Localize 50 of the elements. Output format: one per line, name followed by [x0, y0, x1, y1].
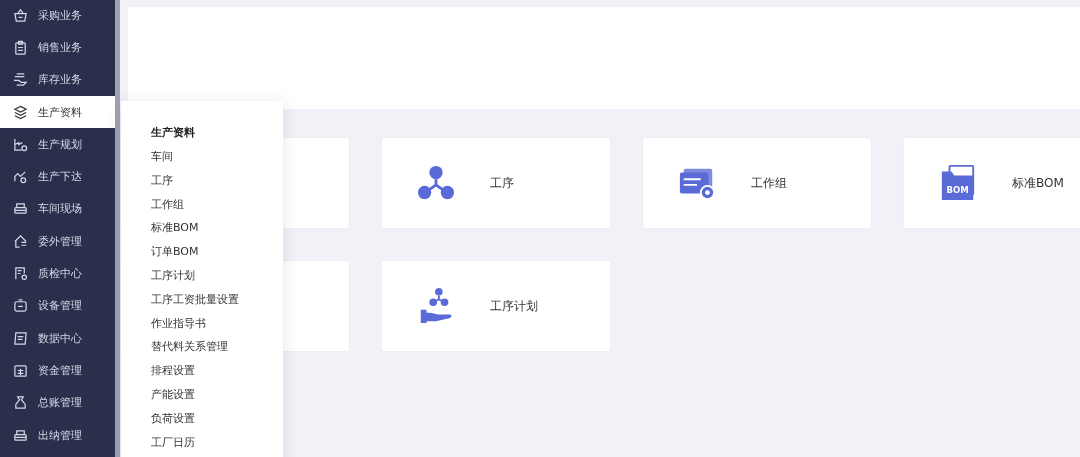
sidebar-item[interactable]: 车间现场: [0, 192, 115, 226]
submenu-item[interactable]: 车间: [151, 150, 283, 174]
sidebar-item[interactable]: 资金管理: [0, 354, 115, 387]
submenu-item[interactable]: 标准BOM: [151, 221, 283, 246]
submenu-item[interactable]: 替代料关系管理: [151, 340, 283, 365]
submenu-item[interactable]: 工作组: [151, 197, 283, 222]
submenu-item[interactable]: 工序工资批量设置: [151, 292, 283, 317]
sidebar-item[interactable]: 质检中心: [0, 257, 115, 290]
sidebar-item[interactable]: 生产下达: [0, 160, 115, 193]
hand-icon: [13, 72, 28, 88]
sidebar-item[interactable]: 设备管理: [0, 289, 115, 322]
sidebar-item[interactable]: 采购业务: [0, 0, 115, 32]
nodes-icon: [417, 164, 455, 202]
basket-icon: [13, 7, 28, 23]
submenu-item[interactable]: 负荷设置: [151, 411, 283, 436]
submenu-item[interactable]: 订单BOM: [151, 245, 283, 269]
module-card[interactable]: 工序: [381, 137, 611, 229]
submenu-item[interactable]: 排程设置: [151, 364, 283, 388]
submenu-item[interactable]: 产能设置: [151, 387, 283, 412]
submenu-item[interactable]: 工序计划: [151, 269, 283, 293]
module-card[interactable]: BOM 标准BOM: [903, 137, 1080, 229]
sidebar-item[interactable]: 总账管理: [0, 386, 115, 419]
document-icon: [13, 266, 28, 281]
bag-icon: [13, 395, 28, 411]
icon-label: BOM: [946, 184, 969, 195]
printer-icon: [13, 201, 28, 217]
printer-icon: [13, 427, 28, 443]
card-title: 工作组: [751, 174, 787, 192]
module-card[interactable]: 工序计划: [381, 260, 611, 352]
sidebar-item[interactable]: 委外管理: [0, 225, 115, 258]
sidebar-item[interactable]: 生产规划: [0, 128, 115, 161]
safe-icon: [13, 362, 28, 378]
sidebar-item[interactable]: 出纳管理: [0, 418, 115, 452]
sidebar-item[interactable]: 数据中心: [0, 321, 115, 355]
clipboard-icon: [13, 39, 28, 55]
chart-icon: [13, 169, 28, 185]
submenu-item[interactable]: 工序: [151, 173, 283, 198]
sidebar-item[interactable]: 库存业务: [0, 63, 115, 96]
submenu-item[interactable]: 工厂日历: [151, 435, 283, 457]
house-icon: [13, 233, 28, 249]
module-card[interactable]: 工作组: [642, 137, 872, 229]
layers-icon: [13, 104, 28, 120]
factory-icon: [13, 136, 28, 152]
submenu-heading: 生产资料: [151, 126, 196, 141]
submenu-item[interactable]: 作业指导书: [151, 316, 283, 341]
card-title: 工序计划: [490, 297, 538, 315]
sidebar-item[interactable]: 销售业务: [0, 31, 115, 64]
sidebar-item[interactable]: 生产资料: [0, 95, 115, 129]
card-title: 工序: [490, 174, 514, 192]
card-title: 标准BOM: [1012, 174, 1064, 192]
